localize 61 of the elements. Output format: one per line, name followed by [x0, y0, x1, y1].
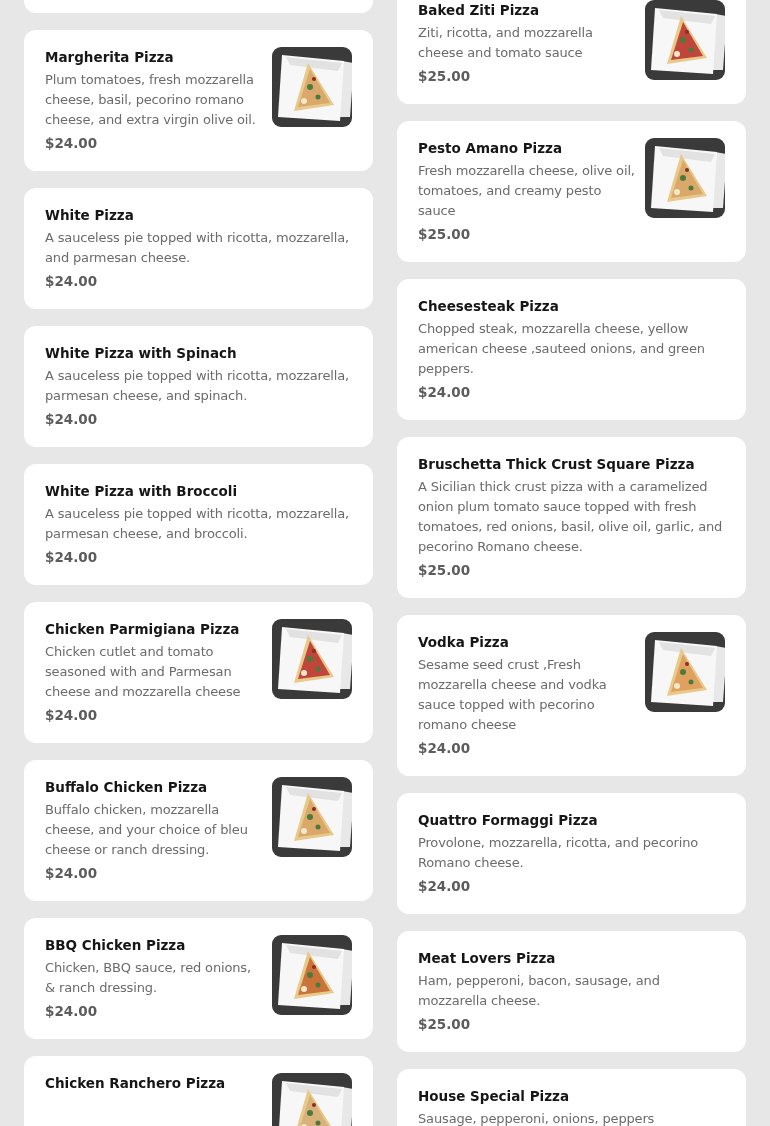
dish-price: $24.00 — [45, 272, 99, 291]
menu-card[interactable]: Margherita Pizza Plum tomatoes, fresh mozzarella cheese, basil, pecorino romano cheese, and extra virgin olive oil. $24.00 — [24, 30, 373, 171]
dish-name: White Pizza — [45, 206, 135, 225]
dish-name: White Pizza with Spinach — [45, 344, 238, 363]
dish-name: Buffalo Chicken Pizza — [45, 778, 209, 797]
menu-card[interactable]: Chicken Ranchero Pizza — [24, 1056, 373, 1126]
menu-card[interactable]: House Special Pizza Sausage, pepperoni, onions, peppers — [397, 1069, 746, 1126]
dish-name: Vodka Pizza — [418, 633, 510, 652]
dish-price: $25.00 — [418, 561, 472, 580]
menu-card[interactable]: BBQ Chicken Pizza Chicken, BBQ sauce, red onions, & ranch dressing. $24.00 — [24, 918, 373, 1039]
dish-price: $24.00 — [45, 134, 99, 153]
dish-name: Quattro Formaggi Pizza — [418, 811, 599, 830]
dish-description: Chopped steak, mozzarella cheese, yellow american cheese ,sauteed onions, and green peppers. — [418, 320, 706, 378]
dish-description: Fresh mozzarella cheese, olive oil, tomatoes, and creamy pesto sauce — [418, 162, 635, 220]
dish-price: $25.00 — [418, 225, 472, 244]
dish-name: Chicken Ranchero Pizza — [45, 1074, 227, 1093]
dish-price: $24.00 — [45, 706, 99, 725]
dish-price: $24.00 — [418, 739, 472, 758]
menu-card[interactable]: White Pizza with Spinach A sauceless pie topped with ricotta, mozzarella, parmesan cheese, and spinach. $24.00 — [24, 326, 373, 447]
dish-description: Chicken cutlet and tomato seasoned with and Parmesan cheese and mozzarella cheese — [45, 643, 242, 701]
menu-card[interactable]: Vodka Pizza Sesame seed crust ,Fresh mozzarella cheese and vodka sauce topped with pecorino romano cheese $24.00 — [397, 615, 746, 776]
dish-price: $24.00 — [418, 383, 472, 402]
menu-card[interactable]: Chicken Parmigiana Pizza Chicken cutlet and tomato seasoned with and Parmesan cheese and mozzarella cheese $24.00 — [24, 602, 373, 743]
dish-name: Pesto Amano Pizza — [418, 139, 564, 158]
menu-card[interactable]: Baked Ziti Pizza Ziti, ricotta, and mozzarella cheese and tomato sauce $25.00 — [397, 0, 746, 104]
dish-name: House Special Pizza — [418, 1087, 571, 1106]
dish-description: A sauceless pie topped with ricotta, mozzarella, parmesan cheese, and broccoli. — [45, 505, 350, 543]
dish-name: Chicken Parmigiana Pizza — [45, 620, 241, 639]
dish-description: A sauceless pie topped with ricotta, mozzarella, parmesan cheese, and spinach. — [45, 367, 350, 405]
dish-price: $24.00 — [418, 877, 472, 896]
dish-description: Chicken, BBQ sauce, red onions, & ranch dressing. — [45, 959, 252, 997]
dish-price: $24.00 — [45, 864, 99, 883]
dish-description: Sesame seed crust ,Fresh mozzarella cheese and vodka sauce topped with pecorino romano cheese — [418, 656, 608, 734]
dish-price: $24.00 — [45, 548, 99, 567]
menu-card[interactable]: Cheesesteak Pizza Chopped steak, mozzarella cheese, yellow american cheese ,sauteed onions, and green peppers. $24.00 — [397, 279, 746, 420]
dish-name: Baked Ziti Pizza — [418, 1, 541, 20]
menu-card[interactable]: Meat Lovers Pizza Ham, pepperoni, bacon, sausage, and mozzarella cheese. $25.00 — [397, 931, 746, 1052]
dish-description: Plum tomatoes, fresh mozzarella cheese, basil, pecorino romano cheese, and extra virgin olive oil. — [45, 71, 257, 129]
dish-description: A sauceless pie topped with ricotta, mozzarella, and parmesan cheese. — [45, 229, 350, 267]
menu-card[interactable] — [397, 437, 746, 598]
menu-card[interactable]: Quattro Formaggi Pizza Provolone, mozzarella, ricotta, and pecorino Romano cheese. $24.00 — [397, 793, 746, 914]
dish-price: $24.00 — [45, 1002, 99, 1021]
dish-description: Sausage, pepperoni, onions, peppers — [418, 1110, 656, 1126]
dish-price: $25.00 — [418, 1015, 472, 1034]
dish-name: Meat Lovers Pizza — [418, 949, 557, 968]
menu-card[interactable]: White Pizza with Broccoli A sauceless pie topped with ricotta, mozzarella, parmesan cheese, and broccoli. $24.00 — [24, 464, 373, 585]
dish-description: Ham, pepperoni, bacon, sausage, and mozzarella cheese. — [418, 972, 661, 1010]
dish-description: Buffalo chicken, mozzarella cheese, and your choice of bleu cheese or ranch dressing. — [45, 801, 249, 859]
dish-price: $25.00 — [418, 67, 472, 86]
dish-name: BBQ Chicken Pizza — [45, 936, 187, 955]
dish-description: Provolone, mozzarella, ricotta, and pecorino Romano cheese. — [418, 834, 700, 872]
menu-card[interactable]: Pesto Amano Pizza Fresh mozzarella cheese, olive oil, tomatoes, and creamy pesto sauce $25.00 — [397, 121, 746, 262]
dish-description: Ziti, ricotta, and mozzarella cheese and tomato sauce — [418, 24, 594, 62]
menu-card[interactable]: White Pizza A sauceless pie topped with ricotta, mozzarella, and parmesan cheese. $24.00 — [24, 188, 373, 309]
dish-name: Bruschetta Thick Crust Square Pizza — [418, 455, 696, 474]
dish-name: White Pizza with Broccoli — [45, 482, 239, 501]
dish-description: A Sicilian thick crust pizza with a caramelized onion plum tomato sauce topped with fresh tomatoes, red onions, basil, olive oil, garlic, and pecorino Romano cheese. — [418, 478, 724, 556]
dish-name: Cheesesteak Pizza — [418, 297, 560, 316]
dish-name: Margherita Pizza — [45, 48, 175, 67]
menu-card[interactable]: Buffalo Chicken Pizza Buffalo chicken, mozzarella cheese, and your choice of bleu cheese or ranch dressing. $24.00 — [24, 760, 373, 901]
dish-price: $24.00 — [45, 410, 99, 429]
